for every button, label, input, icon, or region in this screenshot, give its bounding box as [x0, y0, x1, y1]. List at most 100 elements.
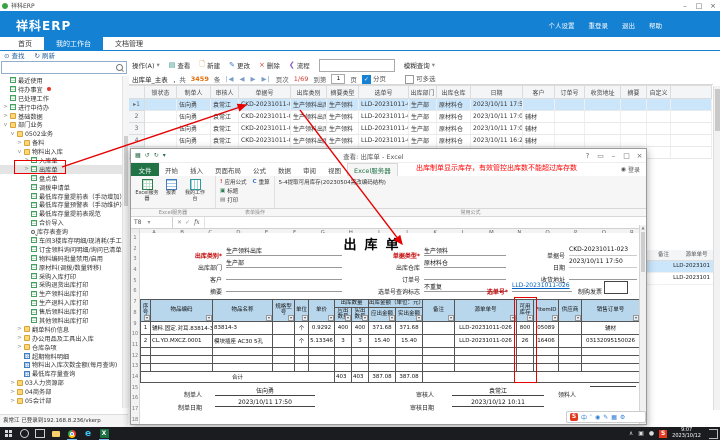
action-menu-button[interactable]: 操作(A)▾	[132, 60, 160, 70]
field-date[interactable]: 2023/10/11 17:50	[569, 258, 637, 268]
grid-cell[interactable]: 伍向勇	[177, 99, 211, 111]
grid-header[interactable]: 出库仓库	[437, 86, 471, 99]
item-cell[interactable]: 371.68	[396, 321, 423, 334]
find-button[interactable]: ⊙ 查找	[4, 50, 25, 60]
item-cell[interactable]	[295, 355, 309, 363]
scrollbar-thumb[interactable]	[641, 232, 645, 272]
col-item-name[interactable]: 物品名称▾	[213, 300, 273, 322]
header-link[interactable]: 帮助	[649, 20, 662, 30]
item-cell[interactable]	[423, 363, 455, 371]
grid-header[interactable]	[129, 86, 145, 99]
field-invoice-box[interactable]	[604, 281, 628, 294]
item-row[interactable]	[141, 363, 640, 371]
sidebar-item[interactable]: 待办事宜	[0, 85, 122, 94]
tab-workbench[interactable]: 我的工作台	[44, 37, 103, 50]
grid-cell[interactable]	[647, 111, 671, 123]
item-cell[interactable]	[559, 363, 582, 371]
sidebar-scrollbar[interactable]	[122, 76, 129, 408]
col-sales-order[interactable]: 销售订单号▾	[582, 300, 640, 322]
tab-formulas[interactable]: 公式	[247, 163, 272, 176]
item-cell[interactable]	[213, 347, 273, 355]
item-cell[interactable]	[423, 347, 455, 355]
ime-settings-icon[interactable]: ⚙	[620, 414, 625, 421]
tree-expander-icon[interactable]: v	[3, 122, 8, 128]
sidebar-item[interactable]: 生产领料出库打印	[0, 289, 122, 298]
grid-cell[interactable]	[585, 123, 621, 135]
tray-expand-icon[interactable]: ∧	[629, 430, 633, 437]
apply-formula-button[interactable]: !应用公式	[220, 178, 247, 186]
item-cell[interactable]	[141, 347, 151, 355]
grid-cell[interactable]	[647, 135, 671, 147]
row-header[interactable]: 4	[131, 265, 139, 276]
grid-cell[interactable]: 辅材	[523, 135, 555, 147]
sidebar-item[interactable]: >备料	[0, 138, 122, 147]
grid-cell[interactable]: 生产领料出库	[291, 111, 327, 123]
item-cell[interactable]: 400	[352, 321, 369, 334]
grid-header[interactable]: 出库类别	[291, 86, 327, 99]
flow-button[interactable]: ❮流程	[289, 60, 310, 70]
item-cell[interactable]	[534, 363, 559, 371]
item-cell[interactable]	[141, 363, 151, 371]
item-cell[interactable]: 0.9292	[309, 321, 335, 334]
sidebar-item[interactable]: 其他领料出库打印	[0, 316, 122, 325]
tree-expander-icon[interactable]: >	[17, 344, 22, 350]
grid-header[interactable]: 制单人	[177, 86, 211, 99]
qat-button[interactable]: ↺	[145, 152, 150, 159]
sidebar-item[interactable]: 最低库存量查询	[0, 369, 122, 378]
sidebar-item[interactable]: >办公用品及工具出入库	[0, 334, 122, 343]
fuzzy-search-input[interactable]	[319, 59, 395, 72]
col-note[interactable]: 备注▾	[423, 300, 455, 322]
sogou-icon[interactable]: S	[570, 413, 578, 421]
delete-button[interactable]: ×删除	[259, 60, 280, 70]
tree-expander-icon[interactable]: v	[10, 131, 15, 137]
ribbon-options-button[interactable]: ▭	[594, 152, 607, 160]
sidebar-item[interactable]: 采购入库打印	[0, 272, 122, 281]
print-button[interactable]: ▤打印	[220, 196, 270, 204]
col-unit[interactable]: 单位▾	[295, 300, 309, 322]
grid-cell[interactable]	[621, 123, 647, 135]
filter-icon[interactable]: ▾	[328, 315, 334, 321]
maximize-button[interactable]: □	[692, 2, 706, 10]
item-row[interactable]: 1辅料.固定.对耳.83814-383814-3个0.9292400400371…	[141, 321, 640, 334]
sidebar-item[interactable]: 物料编码批量禁用/启用	[0, 254, 122, 263]
fx-icon[interactable]: fx	[194, 219, 200, 226]
item-cell[interactable]: LLD-20231011-026	[455, 334, 517, 347]
grid-cell[interactable]: LLD-20231011-023	[359, 135, 409, 147]
tray-network-icon[interactable]: ▣	[638, 430, 644, 437]
row-header[interactable]: 10	[131, 329, 139, 340]
item-cell[interactable]	[423, 321, 455, 334]
goto-page-input[interactable]	[331, 74, 345, 84]
qat-button[interactable]: ↻	[154, 152, 159, 159]
item-cell[interactable]	[582, 355, 640, 363]
qat-button[interactable]: ▦	[135, 152, 141, 159]
close-button[interactable]: ×	[706, 2, 720, 10]
grid-cell[interactable]	[145, 99, 177, 111]
grid-cell[interactable]: 袁常江	[211, 123, 239, 135]
item-cell[interactable]	[141, 355, 151, 363]
title-button[interactable]: ▣标题	[220, 187, 270, 195]
reports-button[interactable]: 报表	[159, 178, 183, 206]
order-row[interactable]: 2伍向勇袁常江CKD-20231011-022生产领料出库生产领料LLD-202…	[129, 111, 712, 123]
grid-cell[interactable]	[647, 99, 671, 111]
grid-cell[interactable]: 生产领料	[327, 111, 359, 123]
scrollbar-thumb[interactable]	[715, 89, 720, 131]
grid-cell[interactable]	[621, 135, 647, 147]
tree-expander-icon[interactable]: >	[10, 380, 15, 386]
ime-pen-icon[interactable]: ✎	[603, 414, 608, 421]
item-cell[interactable]: 3	[335, 334, 352, 347]
notification-center-icon[interactable]	[709, 429, 718, 439]
row-header[interactable]: 1	[131, 233, 139, 244]
grid-cell[interactable]: 生产部	[409, 111, 437, 123]
grid-header[interactable]: 客户	[523, 86, 555, 99]
ime-emoji-icon[interactable]: ◉	[595, 414, 600, 421]
row-header[interactable]: 14	[131, 372, 139, 383]
order-row[interactable]: ▸1伍向勇袁常江CKD-20231011-023生产领料出库生产领料LLD-20…	[129, 99, 712, 111]
grid-cell[interactable]: 3	[129, 123, 145, 135]
grid-cell[interactable]	[621, 99, 647, 111]
item-cell[interactable]: 个	[295, 334, 309, 347]
grid-cell[interactable]: 原材料仓	[437, 111, 471, 123]
grid-cell[interactable]: 2023/10/11 16:26	[471, 135, 523, 147]
field-customer[interactable]	[226, 270, 342, 280]
grid-cell[interactable]	[671, 111, 712, 123]
tree-expander-icon[interactable]: >	[17, 140, 22, 146]
